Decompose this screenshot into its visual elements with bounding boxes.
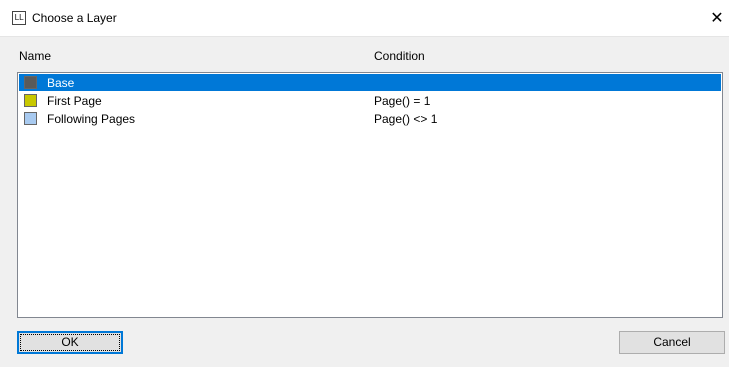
layer-name: Base bbox=[47, 76, 75, 90]
title-bar: LL Choose a Layer ✕ bbox=[0, 0, 729, 37]
close-icon[interactable]: ✕ bbox=[705, 0, 729, 36]
focus-ring bbox=[20, 334, 120, 351]
ok-button[interactable]: OK bbox=[17, 331, 123, 354]
layer-row-base[interactable]: Base bbox=[19, 74, 721, 91]
layer-color-swatch bbox=[24, 112, 37, 125]
layer-name: First Page bbox=[47, 94, 102, 108]
column-header-row: Name Condition bbox=[0, 36, 729, 72]
column-header-condition: Condition bbox=[374, 49, 425, 63]
layer-condition: Page() <> 1 bbox=[374, 112, 438, 126]
layer-condition: Page() = 1 bbox=[374, 94, 431, 108]
window-title: Choose a Layer bbox=[32, 11, 117, 25]
layer-color-swatch bbox=[24, 94, 37, 107]
layer-row-first-page[interactable]: First Page Page() = 1 bbox=[19, 92, 721, 109]
app-icon: LL bbox=[12, 11, 26, 25]
column-header-name: Name bbox=[19, 49, 52, 63]
cancel-button-label: Cancel bbox=[653, 335, 691, 349]
layer-row-following-pages[interactable]: Following Pages Page() <> 1 bbox=[19, 110, 721, 127]
cancel-button[interactable]: Cancel bbox=[619, 331, 725, 354]
layer-list[interactable]: Base First Page Page() = 1 Following Pag… bbox=[17, 72, 723, 318]
layer-name: Following Pages bbox=[47, 112, 136, 126]
layer-color-swatch bbox=[24, 76, 37, 89]
